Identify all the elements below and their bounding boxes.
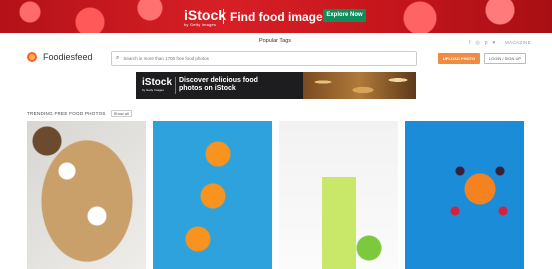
search-placeholder: Search in more than 1700 free food photo…	[123, 56, 209, 61]
popular-tags-link[interactable]: Popular Tags	[259, 38, 291, 44]
banner-tagline: Find food images	[230, 10, 330, 24]
search-icon: ⌕	[116, 55, 120, 61]
foodiesfeed-logo-icon	[27, 52, 37, 62]
trending-label: TRENDING FREE FOOD PHOTOS	[27, 111, 106, 116]
search-input[interactable]: ⌕ Search in more than 1700 free food pho…	[111, 51, 417, 66]
upload-photo-button[interactable]: UPLOAD PHOTO	[438, 53, 480, 64]
banner-divider	[223, 9, 224, 24]
ad-logo-sub: by Getty Images	[142, 88, 164, 92]
trending-header: TRENDING FREE FOOD PHOTOS Show all	[27, 110, 132, 117]
photo-green-drink[interactable]	[279, 121, 398, 269]
ad-divider	[175, 77, 176, 94]
pinterest-icon[interactable]: p	[485, 40, 488, 46]
brand-name: Foodiesfeed	[43, 52, 93, 62]
photo-fruit-spiral[interactable]	[405, 121, 524, 269]
banner-explore-button[interactable]: Explore Now	[323, 9, 366, 22]
ad-food-image	[303, 72, 416, 99]
ad-logo-text: iStock	[142, 77, 173, 88]
social-links: f ◎ p ♥	[469, 40, 496, 46]
instagram-icon[interactable]: ◎	[475, 40, 479, 46]
magazine-link[interactable]: MAGAZINE	[505, 40, 531, 45]
ad-text: Discover delicious food photos on iStock	[179, 77, 258, 92]
ad-istock-logo: iStock by Getty Images	[142, 77, 173, 93]
photo-eggs-toast[interactable]	[27, 121, 146, 269]
istock-logo-text: iStock	[184, 7, 227, 23]
photo-oranges-blue[interactable]	[153, 121, 272, 269]
login-signup-button[interactable]: LOGIN / SIGN UP	[484, 53, 526, 64]
brand[interactable]: Foodiesfeed	[27, 52, 93, 62]
istock-logo: iStock by Getty Images	[184, 8, 226, 27]
heart-icon[interactable]: ♥	[493, 40, 496, 46]
facebook-icon[interactable]: f	[469, 40, 470, 46]
istock-banner[interactable]: iStock by Getty Images Find food images …	[0, 0, 552, 33]
show-all-button[interactable]: Show all	[110, 110, 132, 117]
